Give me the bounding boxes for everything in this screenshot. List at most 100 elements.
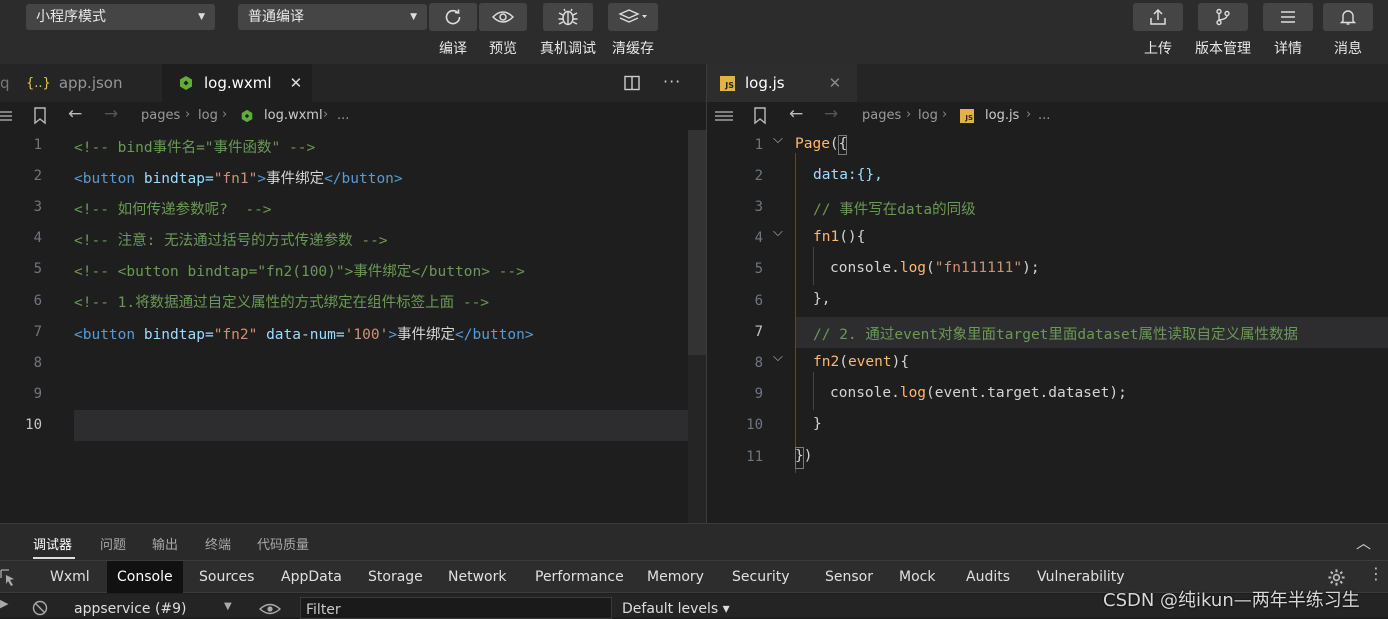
breadcrumb-file[interactable]: log.js [985,108,1019,123]
forward-arrow-icon[interactable]: → [104,104,118,124]
indent-guide [813,247,814,285]
left-tab-bar: q {..} app.json log.wxml ✕ ··· [0,64,706,102]
fold-chevron-icon[interactable]: ⌵ [773,132,783,147]
mode-select[interactable]: 小程序模式 ▼ [26,4,215,30]
list-icon[interactable] [715,110,733,122]
chevron-up-icon[interactable]: ︿ [1356,532,1371,553]
tab-log-js[interactable]: JS log.js ✕ [707,64,857,102]
active-tab-indicator [33,557,75,559]
context-select[interactable]: appservice (#9) [74,601,187,617]
mode-select-value: 小程序模式 [36,9,106,25]
code-token: 事件绑定 [266,171,325,187]
clear-cache-button[interactable] [608,3,658,31]
scrollbar-thumb-area[interactable] [688,130,706,355]
panel-wxml[interactable]: Wxml [50,561,90,593]
eye-icon[interactable] [259,602,281,616]
line-number: 9 [33,386,42,402]
details-button[interactable] [1263,3,1313,31]
close-icon[interactable]: ✕ [290,74,303,92]
version-manage-label: 版本管理 [1195,41,1251,57]
breadcrumb-file[interactable]: log.wxml [264,108,323,123]
bookmark-icon[interactable] [33,107,47,125]
compile-select[interactable]: 普通编译 ▼ [238,4,427,30]
fold-chevron-icon[interactable]: ⌵ [773,225,783,240]
console-filter-input[interactable]: Filter [300,597,612,619]
more-vertical-icon[interactable]: ⋮ [1368,564,1384,583]
panel-console[interactable]: Console [107,561,183,593]
breadcrumb-more[interactable]: ... [337,108,349,123]
breadcrumb-pages[interactable]: pages [141,108,180,123]
split-editor-icon[interactable] [624,75,640,91]
code-token: Page [795,136,830,152]
back-arrow-icon[interactable]: ← [68,104,82,124]
chevron-right-icon: › [906,107,912,122]
gear-icon[interactable] [1327,568,1346,587]
inspect-cursor-icon[interactable] [0,569,16,587]
panel-storage[interactable]: Storage [368,561,423,593]
levels-select[interactable]: Default levels ▾ [622,601,730,617]
panel-security[interactable]: Security [732,561,790,593]
line-number: 7 [33,324,42,340]
preview-button[interactable] [479,3,527,31]
panel-audits[interactable]: Audits [966,561,1010,593]
code-line: <!-- 如何传递参数呢? --> [74,202,272,218]
code-token: console. [830,260,900,276]
more-actions-icon[interactable]: ··· [663,72,681,91]
right-code-area[interactable]: ⌵ ⌵ ⌵ 1 2 3 4 5 6 7 8 9 10 11 Page({ dat… [707,130,1388,523]
code-token: bindtap= [135,171,214,187]
chevron-down-icon: ▼ [224,601,232,612]
bookmark-icon[interactable] [753,107,767,125]
fold-chevron-icon[interactable]: ⌵ [773,350,783,365]
code-token: ){ [891,354,910,370]
messages-button[interactable] [1323,3,1373,31]
panel-appdata[interactable]: AppData [281,561,342,593]
code-line: }, [813,291,831,307]
tab-output[interactable]: 输出 [152,534,178,553]
breadcrumb-more[interactable]: ... [1038,108,1050,123]
breadcrumb-log[interactable]: log [918,108,938,123]
panel-mock[interactable]: Mock [899,561,935,593]
line-number: 1 [754,137,763,153]
tab-log-wxml[interactable]: log.wxml ✕ [162,64,312,102]
forward-arrow-icon[interactable]: → [824,104,838,124]
panel-performance[interactable]: Performance [535,561,624,593]
current-line-highlight [74,410,706,441]
code-token: > [257,171,267,187]
tab-code-quality[interactable]: 代码质量 [257,534,309,553]
panel-network[interactable]: Network [448,561,506,593]
code-token: > [388,327,398,343]
version-manage-button[interactable] [1198,3,1248,31]
breadcrumb-pages[interactable]: pages [862,108,901,123]
clear-console-icon[interactable] [32,600,48,616]
upload-button[interactable] [1133,3,1183,31]
tab-label: app.json [58,74,123,92]
code-token: ( [926,260,935,276]
back-arrow-icon[interactable]: ← [789,104,803,124]
tab-app-json[interactable]: {..} app.json [18,64,160,102]
code-line: // 2. 通过event对象里面target里面dataset属性读取自定义属… [813,327,1299,343]
code-token: (event.target.dataset); [926,385,1127,401]
compile-button[interactable] [429,3,477,31]
chevron-down-icon: ▼ [198,12,205,22]
close-icon[interactable]: ✕ [829,74,842,92]
real-device-debug-button[interactable] [543,3,593,31]
tab-debugger[interactable]: 调试器 [33,534,72,553]
panel-sources[interactable]: Sources [199,561,254,593]
line-number: 2 [754,168,763,184]
tab-label: log.wxml [204,74,272,92]
line-number: 10 [746,417,763,433]
branch-icon [1216,8,1230,26]
breadcrumb-log[interactable]: log [198,108,218,123]
line-number: 3 [754,199,763,215]
tab-problems[interactable]: 问题 [100,534,126,553]
tab-terminal[interactable]: 终端 [205,534,231,553]
sidebar-toggle-icon[interactable]: ▶ [0,597,8,610]
list-icon[interactable] [0,110,12,122]
panel-sensor[interactable]: Sensor [825,561,873,593]
panel-memory[interactable]: Memory [647,561,704,593]
left-code-area[interactable]: 1 2 3 4 5 6 7 8 9 10 <!-- bind事件名="事件函数"… [0,130,706,523]
chevron-right-icon: › [942,107,948,122]
right-breadcrumb: ← → pages › log › JS log.js › ... [707,102,1388,130]
code-line: } [813,416,822,432]
code-token: <button [74,327,136,343]
